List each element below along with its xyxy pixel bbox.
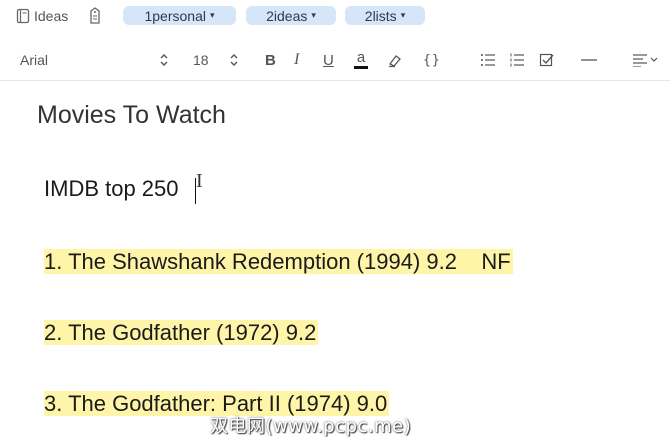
tag-label: 2lists xyxy=(364,7,397,24)
up-down-arrows-icon[interactable] xyxy=(159,53,169,67)
tag-chip-1personal[interactable]: 1personal ▾ xyxy=(123,6,236,25)
tag-chip-2ideas[interactable]: 2ideas ▾ xyxy=(246,6,336,25)
horizontal-rule-icon[interactable] xyxy=(580,50,598,70)
bold-icon[interactable]: B xyxy=(265,50,276,70)
chevron-down-icon: ▾ xyxy=(400,10,406,20)
notebook-label: Ideas xyxy=(34,8,69,24)
text-color-glyph: a xyxy=(356,49,366,66)
highlighted-text: 1. The Shawshank Redemption (1994) 9.2 N… xyxy=(44,249,513,274)
toolbar-divider xyxy=(0,80,670,81)
font-family-select[interactable]: Arial xyxy=(20,52,48,68)
list-item[interactable]: 1. The Shawshank Redemption (1994) 9.2 N… xyxy=(44,249,513,275)
numbered-list-icon[interactable] xyxy=(509,50,525,70)
code-block-icon[interactable]: {} xyxy=(423,50,441,70)
tag-chip-2lists[interactable]: 2lists ▾ xyxy=(345,6,425,25)
formatting-toolbar: Arial 18 B I U a {} xyxy=(0,44,670,78)
watermark: 双电网(www.pcpc.me) xyxy=(210,416,412,437)
text-color-swatch xyxy=(354,66,368,69)
tag-bar: Ideas 1personal ▾ 2ideas ▾ 2lists ▾ xyxy=(0,0,670,32)
notebook-selector[interactable]: Ideas xyxy=(16,8,68,24)
chevron-down-icon: ▾ xyxy=(209,10,215,20)
align-icon[interactable] xyxy=(632,50,658,70)
up-down-arrows-icon[interactable] xyxy=(229,53,239,67)
highlighter-icon[interactable] xyxy=(387,50,403,70)
notebook-icon xyxy=(16,8,30,24)
highlighted-text: 2. The Godfather (1972) 9.2 xyxy=(44,320,319,345)
i-beam-cursor-icon: I xyxy=(196,170,203,192)
note-intro-line[interactable]: IMDB top 250 xyxy=(44,176,179,202)
italic-icon[interactable]: I xyxy=(294,50,299,70)
tag-icon[interactable] xyxy=(88,7,102,30)
tag-label: 1personal xyxy=(144,7,206,24)
checklist-icon[interactable] xyxy=(539,50,555,70)
underline-icon[interactable]: U xyxy=(323,50,334,70)
note-title[interactable]: Movies To Watch xyxy=(37,101,226,130)
text-color-icon[interactable]: a xyxy=(354,50,368,70)
bulleted-list-icon[interactable] xyxy=(480,50,496,70)
list-item[interactable]: 2. The Godfather (1972) 9.2 xyxy=(44,320,319,346)
font-size-select[interactable]: 18 xyxy=(193,52,209,68)
chevron-down-icon: ▾ xyxy=(311,10,316,20)
tag-label: 2ideas xyxy=(266,7,308,24)
